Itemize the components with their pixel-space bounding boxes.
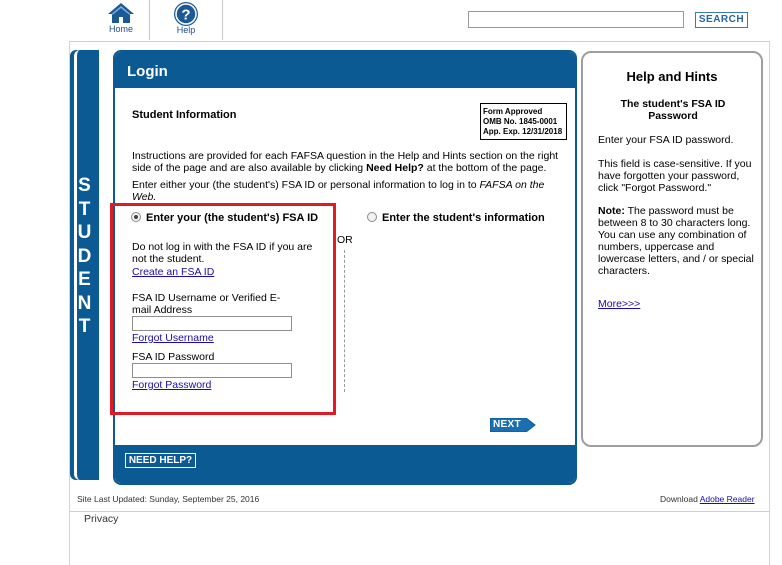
omb-line: OMB No. 1845-0001 [483, 117, 558, 126]
instructions-text: Instructions are provided for each FAFSA… [132, 150, 559, 174]
svg-text:?: ? [181, 7, 190, 24]
footer-divider [69, 511, 770, 512]
help-subtitle: The student's FSA ID Password [620, 98, 726, 122]
privacy-link[interactable]: Privacy [84, 513, 118, 525]
home-icon [108, 3, 134, 23]
or-label: OR [337, 234, 353, 246]
adobe-reader-link[interactable]: Adobe Reader [700, 494, 755, 504]
help-note: Note: The password must be between 8 to … [598, 205, 756, 277]
login-footer: NEED HELP? [115, 445, 575, 483]
help-button[interactable]: ? Help [149, 0, 223, 40]
search-button[interactable]: SEARCH [695, 12, 748, 28]
home-button[interactable]: Home [93, 0, 149, 40]
help-icon: ? [174, 2, 198, 26]
help-title: Help and Hints [626, 69, 718, 84]
student-side-bar: S T U D E N T [70, 50, 99, 480]
last-updated-text: Site Last Updated: Sunday, September 25,… [77, 494, 260, 504]
student-letter: T [78, 198, 91, 220]
next-label: NEXT [493, 419, 521, 430]
student-letter: N [77, 292, 92, 314]
highlight-box [110, 203, 336, 415]
download-text: Download Adobe Reader [660, 494, 755, 504]
omb-approval-box: Form Approved OMB No. 1845-0001 App. Exp… [480, 103, 567, 140]
omb-line: Form Approved [483, 107, 543, 116]
option-student-info[interactable]: Enter the student's information [367, 212, 545, 224]
omb-line: App. Exp. 12/31/2018 [483, 127, 563, 136]
login-header: Login [115, 52, 575, 88]
help-text-2: This field is case-sensitive. If you hav… [598, 158, 752, 194]
student-letter: E [78, 269, 91, 290]
need-help-button[interactable]: NEED HELP? [125, 453, 196, 468]
help-hints-panel: Help and Hints The student's FSA ID Pass… [581, 51, 763, 447]
home-label: Home [108, 24, 133, 34]
need-help-inline: Need Help? [366, 162, 424, 174]
student-letter: U [77, 222, 92, 243]
next-button[interactable]: NEXT [490, 418, 536, 432]
search-input[interactable] [468, 11, 684, 28]
student-letter: T [78, 316, 91, 337]
note-label: Note: [598, 205, 625, 217]
student-letter: D [77, 245, 92, 267]
login-choice-text: Enter either your (the student's) FSA ID… [132, 179, 545, 203]
section-title: Student Information [132, 109, 237, 121]
dashed-divider [344, 250, 345, 392]
radio-student-info[interactable] [367, 212, 377, 222]
student-letters: S T U D E N T [70, 174, 99, 339]
more-link[interactable]: More>>> [598, 298, 640, 310]
help-text-1: Enter your FSA ID password. [598, 134, 734, 146]
student-letter: S [78, 175, 91, 196]
help-label: Help [176, 25, 196, 35]
option-student-info-label: Enter the student's information [382, 212, 545, 224]
